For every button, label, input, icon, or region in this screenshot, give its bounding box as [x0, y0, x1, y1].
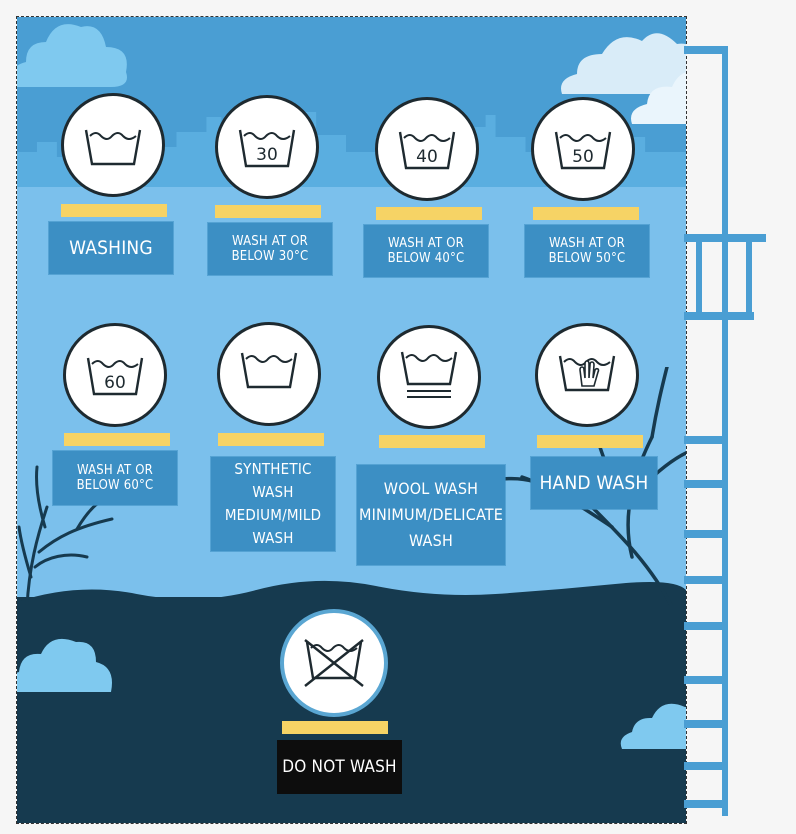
hand-wash-icon	[558, 355, 616, 392]
do-not-wash-bar	[282, 721, 388, 734]
wash-60-symbol: 60	[63, 323, 167, 427]
temp-30: 30	[256, 145, 278, 165]
synthetic-wash-label: Synthetic Wash Medium/Mild Wash	[211, 457, 335, 551]
crossed-washtub-icon	[304, 639, 364, 687]
washing-label-text: WASHING	[69, 237, 153, 259]
cloud-top-left	[17, 24, 127, 87]
wash-50-label-text: Wash at or below 50°C	[548, 236, 626, 266]
cloud-bottom-right	[620, 703, 686, 749]
wash-60-label-text: Wash at or below 60°C	[76, 463, 154, 493]
laundry-symbols-board: WASHING 30 Wash at or below 30°C 40 Wash…	[16, 16, 687, 824]
washtub-50-icon: 50	[554, 131, 612, 170]
wool-wash-symbol	[377, 325, 481, 429]
washtub-two-bars-icon	[400, 351, 458, 398]
synthetic-wash-symbol	[217, 322, 321, 426]
temp-40: 40	[416, 147, 438, 167]
scaffold-decoration	[684, 46, 766, 816]
wash-30-bar	[215, 205, 321, 218]
wool-wash-bar	[379, 435, 485, 448]
hand-wash-label-text: Hand Wash	[539, 472, 649, 494]
washing-label: WASHING	[49, 222, 173, 274]
do-not-wash-symbol	[280, 609, 388, 717]
wash-50-symbol: 50	[531, 97, 635, 201]
wash-30-label: Wash at or below 30°C	[208, 223, 332, 275]
temp-50: 50	[572, 147, 594, 167]
wash-40-label-text: Wash at or below 40°C	[387, 236, 465, 266]
washtub-icon	[84, 129, 142, 166]
washing-symbol	[61, 93, 165, 197]
wool-wash-label-text: Wool Wash Minimum/Delicate Wash	[358, 479, 504, 550]
do-not-wash-label-text: Do not Wash	[282, 757, 397, 777]
wash-50-bar	[533, 207, 639, 220]
hand-wash-label: Hand Wash	[531, 457, 657, 509]
washtub-60-icon: 60	[86, 357, 144, 396]
do-not-wash-label: Do not Wash	[277, 740, 402, 794]
wash-40-label: Wash at or below 40°C	[364, 225, 488, 277]
synthetic-wash-bar	[218, 433, 324, 446]
hand-wash-bar	[537, 435, 643, 448]
temp-60: 60	[104, 373, 126, 393]
washtub-40-icon: 40	[398, 131, 456, 170]
wash-60-label: Wash at or below 60°C	[53, 451, 177, 505]
washtub-30-icon: 30	[238, 129, 296, 168]
wash-30-symbol: 30	[215, 95, 319, 199]
synthetic-wash-label-text: Synthetic Wash Medium/Mild Wash	[224, 460, 322, 547]
wool-wash-label: Wool Wash Minimum/Delicate Wash	[357, 465, 505, 565]
hand-wash-symbol	[535, 323, 639, 427]
washtub-one-bar-icon	[240, 352, 298, 389]
wash-60-bar	[64, 433, 170, 446]
wash-40-symbol: 40	[375, 97, 479, 201]
cloud-bottom-left	[17, 639, 112, 692]
wash-30-label-text: Wash at or below 30°C	[231, 234, 309, 264]
washing-bar	[61, 204, 167, 217]
wash-40-bar	[376, 207, 482, 220]
wash-50-label: Wash at or below 50°C	[525, 225, 649, 277]
